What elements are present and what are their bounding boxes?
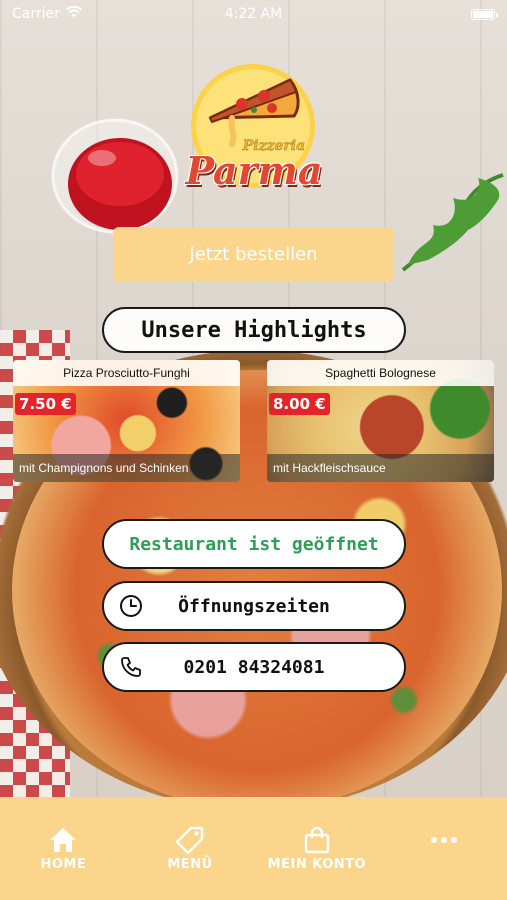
- logo-wordmark: Pizzeria Parma: [184, 138, 324, 193]
- highlight-card-title: Pizza Prosciutto-Funghi: [13, 360, 240, 386]
- phone-number-label: 0201 84324081: [183, 656, 325, 678]
- more-dots-icon: [429, 825, 459, 855]
- tag-icon: [175, 825, 205, 855]
- price-badge: 7.50 €: [15, 393, 76, 415]
- order-now-button[interactable]: Jetzt bestellen: [113, 227, 394, 282]
- price-badge: 8.00 €: [269, 393, 330, 415]
- highlight-card-spaghetti[interactable]: Spaghetti Bolognese 8.00 € mit Hackfleis…: [267, 360, 494, 482]
- status-bar: Carrier 4:22 AM: [0, 0, 507, 28]
- phone-call-button[interactable]: 0201 84324081: [102, 642, 406, 692]
- phone-icon: [118, 654, 144, 680]
- highlight-card-description: mit Champignons und Schinken: [13, 454, 240, 482]
- restaurant-status-button[interactable]: Restaurant ist geöffnet: [102, 519, 406, 569]
- highlight-card-title: Spaghetti Bolognese: [267, 360, 494, 386]
- clock-time: 4:22 AM: [224, 6, 283, 22]
- opening-hours-button[interactable]: Öffnungszeiten: [102, 581, 406, 631]
- highlight-card-pizza[interactable]: Pizza Prosciutto-Funghi 7.50 € mit Champ…: [13, 360, 240, 482]
- nav-item-home[interactable]: HOME: [8, 825, 118, 900]
- opening-hours-label: Öffnungszeiten: [178, 595, 330, 617]
- arugula-decoration: [401, 173, 504, 272]
- nav-label-menu: MENÜ: [167, 857, 213, 872]
- shopping-bag-icon: [302, 825, 332, 855]
- bottom-navigation: HOME MENÜ MEIN KONTO: [0, 797, 507, 900]
- nav-label-home: HOME: [40, 857, 87, 872]
- logo-title: Parma: [185, 148, 323, 193]
- clock-icon: [118, 593, 144, 619]
- highlight-card-description: mit Hackfleischsauce: [267, 454, 494, 482]
- nav-item-account[interactable]: MEIN KONTO: [262, 825, 372, 900]
- nav-item-more[interactable]: [389, 825, 499, 900]
- nav-label-account: MEIN KONTO: [267, 857, 367, 872]
- home-icon: [48, 825, 78, 855]
- restaurant-status-label: Restaurant ist geöffnet: [129, 533, 379, 555]
- battery-icon: [471, 8, 498, 20]
- highlights-title: Unsere Highlights: [102, 307, 406, 353]
- nav-item-menu[interactable]: MENÜ: [135, 825, 245, 900]
